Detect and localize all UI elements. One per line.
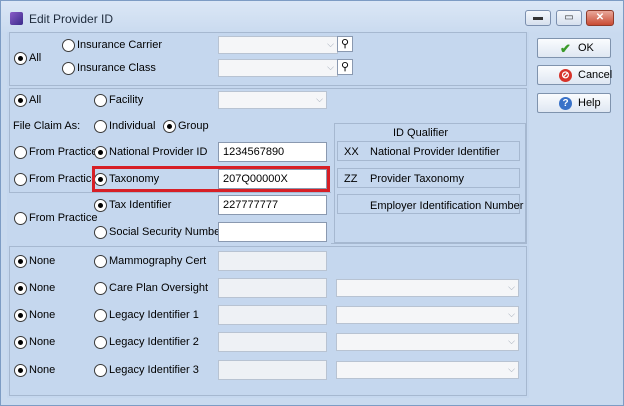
insurance-all-label: All (29, 52, 42, 64)
legacy2-label: Legacy Identifier 2 (109, 336, 199, 348)
insurance-carrier-label: Insurance Carrier (77, 39, 162, 51)
provider-all-label: All (29, 94, 42, 106)
file-claim-as-label: File Claim As: (13, 120, 81, 132)
group-label: Group (178, 120, 209, 132)
legacy2-combo[interactable]: ⌵ (336, 333, 519, 351)
tax-from-practice-radio[interactable] (14, 212, 27, 225)
qualifier-code: XX (344, 146, 359, 158)
ssn-label: Social Security Number (109, 226, 224, 238)
cancel-button[interactable]: ⊘ Cancel (537, 65, 613, 85)
chevron-down-icon: ⌵ (327, 39, 334, 49)
close-button[interactable]: ✕ (586, 10, 614, 26)
taxonomy-from-practice-radio[interactable] (14, 173, 27, 186)
insurance-all-radio[interactable] (14, 52, 27, 65)
facility-label: Facility (109, 94, 144, 106)
check-icon: ✔ (560, 41, 571, 56)
tax-identifier-radio[interactable] (94, 199, 107, 212)
legacy1-none-radio[interactable] (14, 309, 27, 322)
individual-label: Individual (109, 120, 156, 132)
provider-all-radio[interactable] (14, 94, 27, 107)
chevron-down-icon: ⌵ (327, 62, 334, 72)
search-icon[interactable]: ⚲ (337, 59, 353, 75)
taxonomy-from-practice-label: From Practice (29, 173, 98, 185)
legacy1-none-label: None (29, 309, 56, 321)
chevron-down-icon: ⌵ (508, 282, 515, 292)
cancel-label: Cancel (578, 69, 613, 81)
individual-radio[interactable] (94, 120, 107, 133)
main-panel: All Insurance Carrier Insurance Class ⌵ … (7, 32, 529, 398)
ok-button[interactable]: ✔ OK (537, 38, 611, 58)
facility-combo[interactable]: ⌵ (218, 91, 327, 109)
insurance-class-label: Insurance Class (77, 62, 156, 74)
insurance-carrier-combo[interactable]: ⌵ (218, 36, 338, 54)
npi-from-practice-label: From Practice (29, 146, 98, 158)
help-label: Help (578, 97, 601, 109)
chevron-down-icon: ⌵ (316, 94, 323, 104)
legacy3-combo[interactable]: ⌵ (336, 361, 519, 379)
chevron-down-icon: ⌵ (508, 336, 515, 346)
mammography-none-radio[interactable] (14, 255, 27, 268)
taxonomy-highlight-box (92, 166, 330, 192)
insurance-class-radio[interactable] (62, 62, 75, 75)
maximize-button[interactable]: ▭ (556, 10, 582, 26)
insurance-carrier-radio[interactable] (62, 39, 75, 52)
legacy1-label: Legacy Identifier 1 (109, 309, 199, 321)
care-plan-label: Care Plan Oversight (109, 282, 209, 294)
legacy3-none-radio[interactable] (14, 364, 27, 377)
care-plan-combo[interactable]: ⌵ (336, 279, 519, 297)
legacy3-none-label: None (29, 364, 56, 376)
care-plan-input[interactable] (218, 278, 327, 298)
npi-label: National Provider ID (109, 146, 208, 158)
chevron-down-icon: ⌵ (508, 364, 515, 374)
chevron-down-icon: ⌵ (508, 309, 515, 319)
qualifier-desc: National Provider Identifier (370, 146, 500, 158)
cancel-icon: ⊘ (559, 69, 572, 82)
ssn-input[interactable] (218, 222, 327, 242)
help-icon: ? (559, 97, 572, 110)
mammography-input[interactable] (218, 251, 327, 271)
search-icon[interactable]: ⚲ (337, 36, 353, 52)
ok-label: OK (578, 42, 594, 54)
care-plan-none-label: None (29, 282, 56, 294)
mammography-none-label: None (29, 255, 56, 267)
legacy3-label: Legacy Identifier 3 (109, 364, 199, 376)
ssn-radio[interactable] (94, 226, 107, 239)
npi-from-practice-radio[interactable] (14, 146, 27, 159)
care-plan-none-radio[interactable] (14, 282, 27, 295)
legacy1-radio[interactable] (94, 309, 107, 322)
npi-input[interactable]: 1234567890 (218, 142, 327, 162)
tax-identifier-input[interactable]: 227777777 (218, 195, 327, 215)
help-button[interactable]: ? Help (537, 93, 611, 113)
legacy2-none-radio[interactable] (14, 336, 27, 349)
qualifier-desc: Employer Identification Number (370, 200, 524, 212)
legacy2-radio[interactable] (94, 336, 107, 349)
window-title: Edit Provider ID (29, 12, 114, 26)
facility-radio[interactable] (94, 94, 107, 107)
legacy2-input[interactable] (218, 332, 327, 352)
insurance-class-combo[interactable]: ⌵ (218, 59, 338, 77)
mammography-label: Mammography Cert (109, 255, 207, 267)
mammography-radio[interactable] (94, 255, 107, 268)
qualifier-code: ZZ (344, 173, 358, 185)
tax-identifier-label: Tax Identifier (109, 199, 172, 211)
minimize-button[interactable]: ▬ (525, 10, 551, 26)
npi-radio[interactable] (94, 146, 107, 159)
qualifier-desc: Provider Taxonomy (370, 173, 464, 185)
app-icon (10, 12, 23, 25)
title-bar: Edit Provider ID ▬ ▭ ✕ (1, 1, 623, 34)
group-radio[interactable] (163, 120, 176, 133)
legacy1-combo[interactable]: ⌵ (336, 306, 519, 324)
legacy3-input[interactable] (218, 360, 327, 380)
legacy2-none-label: None (29, 336, 56, 348)
tax-from-practice-label: From Practice (29, 212, 98, 224)
care-plan-radio[interactable] (94, 282, 107, 295)
legacy3-radio[interactable] (94, 364, 107, 377)
legacy1-input[interactable] (218, 305, 327, 325)
id-qualifier-header: ID Qualifier (393, 127, 449, 139)
